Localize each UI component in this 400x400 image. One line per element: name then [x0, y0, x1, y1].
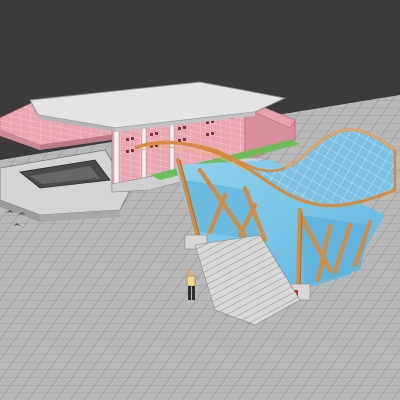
scene-canvas[interactable] [0, 0, 400, 400]
3d-viewport[interactable] [0, 0, 400, 400]
